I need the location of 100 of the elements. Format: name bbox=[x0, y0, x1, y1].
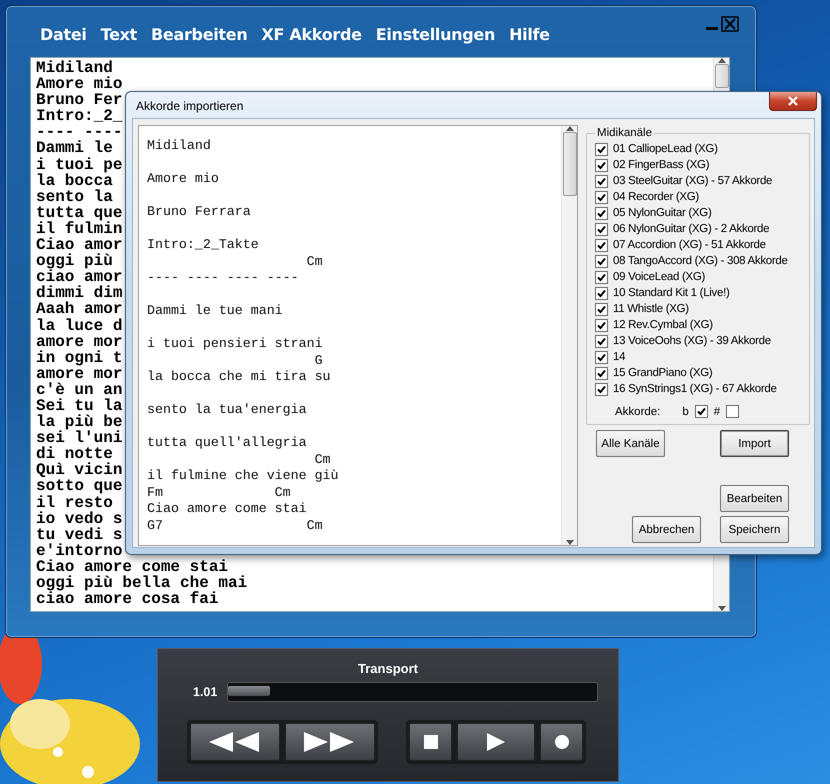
slider-thumb[interactable] bbox=[228, 686, 270, 696]
dialog-button[interactable]: Import bbox=[720, 430, 789, 457]
record-icon bbox=[554, 735, 568, 749]
channel-label: 02 FingerBass (XG) bbox=[613, 159, 710, 171]
checkbox[interactable] bbox=[595, 254, 608, 268]
channel-label: 12 Rev.Cymbal (XG) bbox=[613, 319, 713, 331]
checkbox[interactable] bbox=[595, 382, 608, 396]
lyric-line: ciao amore cosa fai bbox=[36, 591, 218, 608]
dialog-button[interactable]: Speichern bbox=[720, 516, 789, 543]
channel-label: 05 NylonGuitar (XG) bbox=[613, 207, 712, 219]
lyric-line: Amore mio bbox=[36, 76, 122, 92]
checkbox[interactable] bbox=[595, 190, 608, 204]
lyric-line: di notte bbox=[36, 446, 113, 462]
channel-label: 04 Recorder (XG) bbox=[613, 191, 699, 203]
lyric-line: la luce d bbox=[36, 318, 122, 334]
fast-forward-button[interactable] bbox=[285, 723, 375, 761]
lyric-line: Bruno Ferrara bbox=[147, 204, 251, 220]
close-icon bbox=[788, 96, 798, 106]
channel-label: 08 TangoAccord (XG) - 308 Akkorde bbox=[613, 255, 788, 267]
checkbox[interactable] bbox=[595, 222, 608, 236]
checkbox[interactable] bbox=[595, 286, 608, 300]
lyric-line: ---- ---- bbox=[36, 124, 122, 140]
scroll-down-icon[interactable] bbox=[566, 540, 574, 545]
close-button[interactable] bbox=[769, 92, 817, 111]
checkbox[interactable] bbox=[595, 206, 608, 220]
rewind-button[interactable] bbox=[190, 723, 280, 761]
scrollbar[interactable] bbox=[561, 126, 577, 545]
dialog-button[interactable]: Abbrechen bbox=[632, 516, 701, 543]
lyric-line: G7 Cm bbox=[147, 518, 323, 534]
lyric-line: il fulmin bbox=[36, 220, 122, 238]
lyric-line: Cm bbox=[314, 452, 331, 468]
menu-item[interactable]: Datei bbox=[40, 25, 87, 44]
scroll-thumb[interactable] bbox=[714, 64, 728, 88]
checkbox[interactable] bbox=[595, 350, 608, 364]
lyric-line: Fm Cm bbox=[147, 484, 291, 501]
checkbox[interactable] bbox=[595, 366, 608, 380]
channel-label: 01 CalliopeLead (XG) bbox=[613, 143, 718, 155]
position-readout: 1.01 bbox=[193, 685, 218, 699]
fast-forward-icon bbox=[304, 732, 356, 752]
transport-title: Transport bbox=[357, 661, 419, 676]
group-title: Midikanäle bbox=[596, 127, 653, 139]
scroll-down-icon[interactable] bbox=[718, 606, 726, 611]
option-label: # bbox=[714, 406, 720, 418]
lyric-line: Sei tu la bbox=[36, 398, 122, 414]
channel-label: 13 VoiceOohs (XG) - 39 Akkorde bbox=[613, 335, 771, 347]
scroll-thumb[interactable] bbox=[562, 132, 576, 196]
channel-label: 10 Standard Kit 1 (Live!) bbox=[613, 287, 730, 299]
lyric-line: la più be bbox=[36, 414, 122, 430]
lyric-line: in ogni t bbox=[36, 350, 122, 366]
channel-label: 14 bbox=[613, 351, 626, 363]
checkbox[interactable] bbox=[595, 238, 608, 252]
play-button[interactable] bbox=[457, 723, 535, 761]
checkbox[interactable] bbox=[595, 142, 608, 156]
stop-icon bbox=[424, 735, 438, 749]
menu-item[interactable]: Hilfe bbox=[509, 25, 550, 44]
channel-label: 06 NylonGuitar (XG) - 2 Akkorde bbox=[613, 223, 770, 235]
lyric-line: i tuoi pe bbox=[36, 156, 122, 173]
menu-item[interactable]: Text bbox=[100, 25, 137, 44]
record-button[interactable] bbox=[540, 723, 583, 761]
lyric-line: Intro:_2_Takte bbox=[147, 237, 259, 254]
dialog-button[interactable]: Alle Kanäle bbox=[596, 430, 665, 457]
channel-label: 16 SynStrings1 (XG) - 67 Akkorde bbox=[613, 383, 777, 395]
stop-button[interactable] bbox=[409, 723, 452, 761]
checkbox[interactable] bbox=[595, 318, 608, 332]
rewind-icon bbox=[209, 732, 261, 752]
checkbox[interactable] bbox=[726, 405, 740, 418]
lyric-line: G bbox=[314, 352, 323, 369]
channel-label: 11 Whistle (XG) bbox=[613, 303, 689, 315]
checkbox[interactable] bbox=[595, 174, 608, 188]
lyric-line: il fulmine che viene giù bbox=[147, 468, 339, 484]
dialog-button[interactable]: Bearbeiten bbox=[720, 485, 789, 512]
lyric-line: Ciao amore come stai bbox=[36, 558, 228, 575]
menu-item[interactable]: Einstellungen bbox=[376, 25, 496, 44]
menu-item[interactable]: XF Akkorde bbox=[261, 25, 362, 44]
checkbox[interactable] bbox=[595, 158, 608, 172]
menu-item[interactable]: Bearbeiten bbox=[151, 25, 248, 44]
lyric-line: Midiland bbox=[147, 138, 211, 154]
checkbox[interactable] bbox=[595, 302, 608, 316]
lyric-line: sotto que bbox=[36, 478, 122, 495]
lyric-line: amore mor bbox=[36, 366, 122, 382]
lyric-line: Dammi le tue mani bbox=[147, 303, 283, 320]
lyric-line: Amore mio bbox=[147, 171, 219, 188]
chord-options-label: Akkorde: bbox=[615, 406, 660, 418]
lyric-line: Intro:_2_ bbox=[36, 108, 122, 124]
checkbox[interactable] bbox=[694, 405, 708, 418]
lyric-line: Midiland bbox=[36, 60, 113, 76]
checkbox[interactable] bbox=[595, 334, 608, 348]
lyric-line: ---- ---- ---- ---- bbox=[147, 270, 299, 286]
lyric-line: sei l'uni bbox=[36, 430, 122, 446]
position-slider[interactable] bbox=[227, 682, 598, 702]
lyric-line: dimmi dim bbox=[36, 285, 122, 302]
close-icon[interactable] bbox=[721, 16, 739, 32]
channel-label: 03 SteelGuitar (XG) - 57 Akkorde bbox=[613, 175, 772, 187]
lyric-line: sento la bbox=[36, 188, 113, 205]
lyric-line: Dammi le bbox=[36, 140, 113, 157]
checkbox[interactable] bbox=[595, 270, 608, 284]
lyric-line: Bruno Fer bbox=[36, 92, 122, 108]
lyric-line: oggi più bbox=[36, 253, 113, 270]
lyric-line: tutta quell'allegria bbox=[147, 435, 307, 452]
lyric-line: e'intorno bbox=[36, 542, 122, 559]
